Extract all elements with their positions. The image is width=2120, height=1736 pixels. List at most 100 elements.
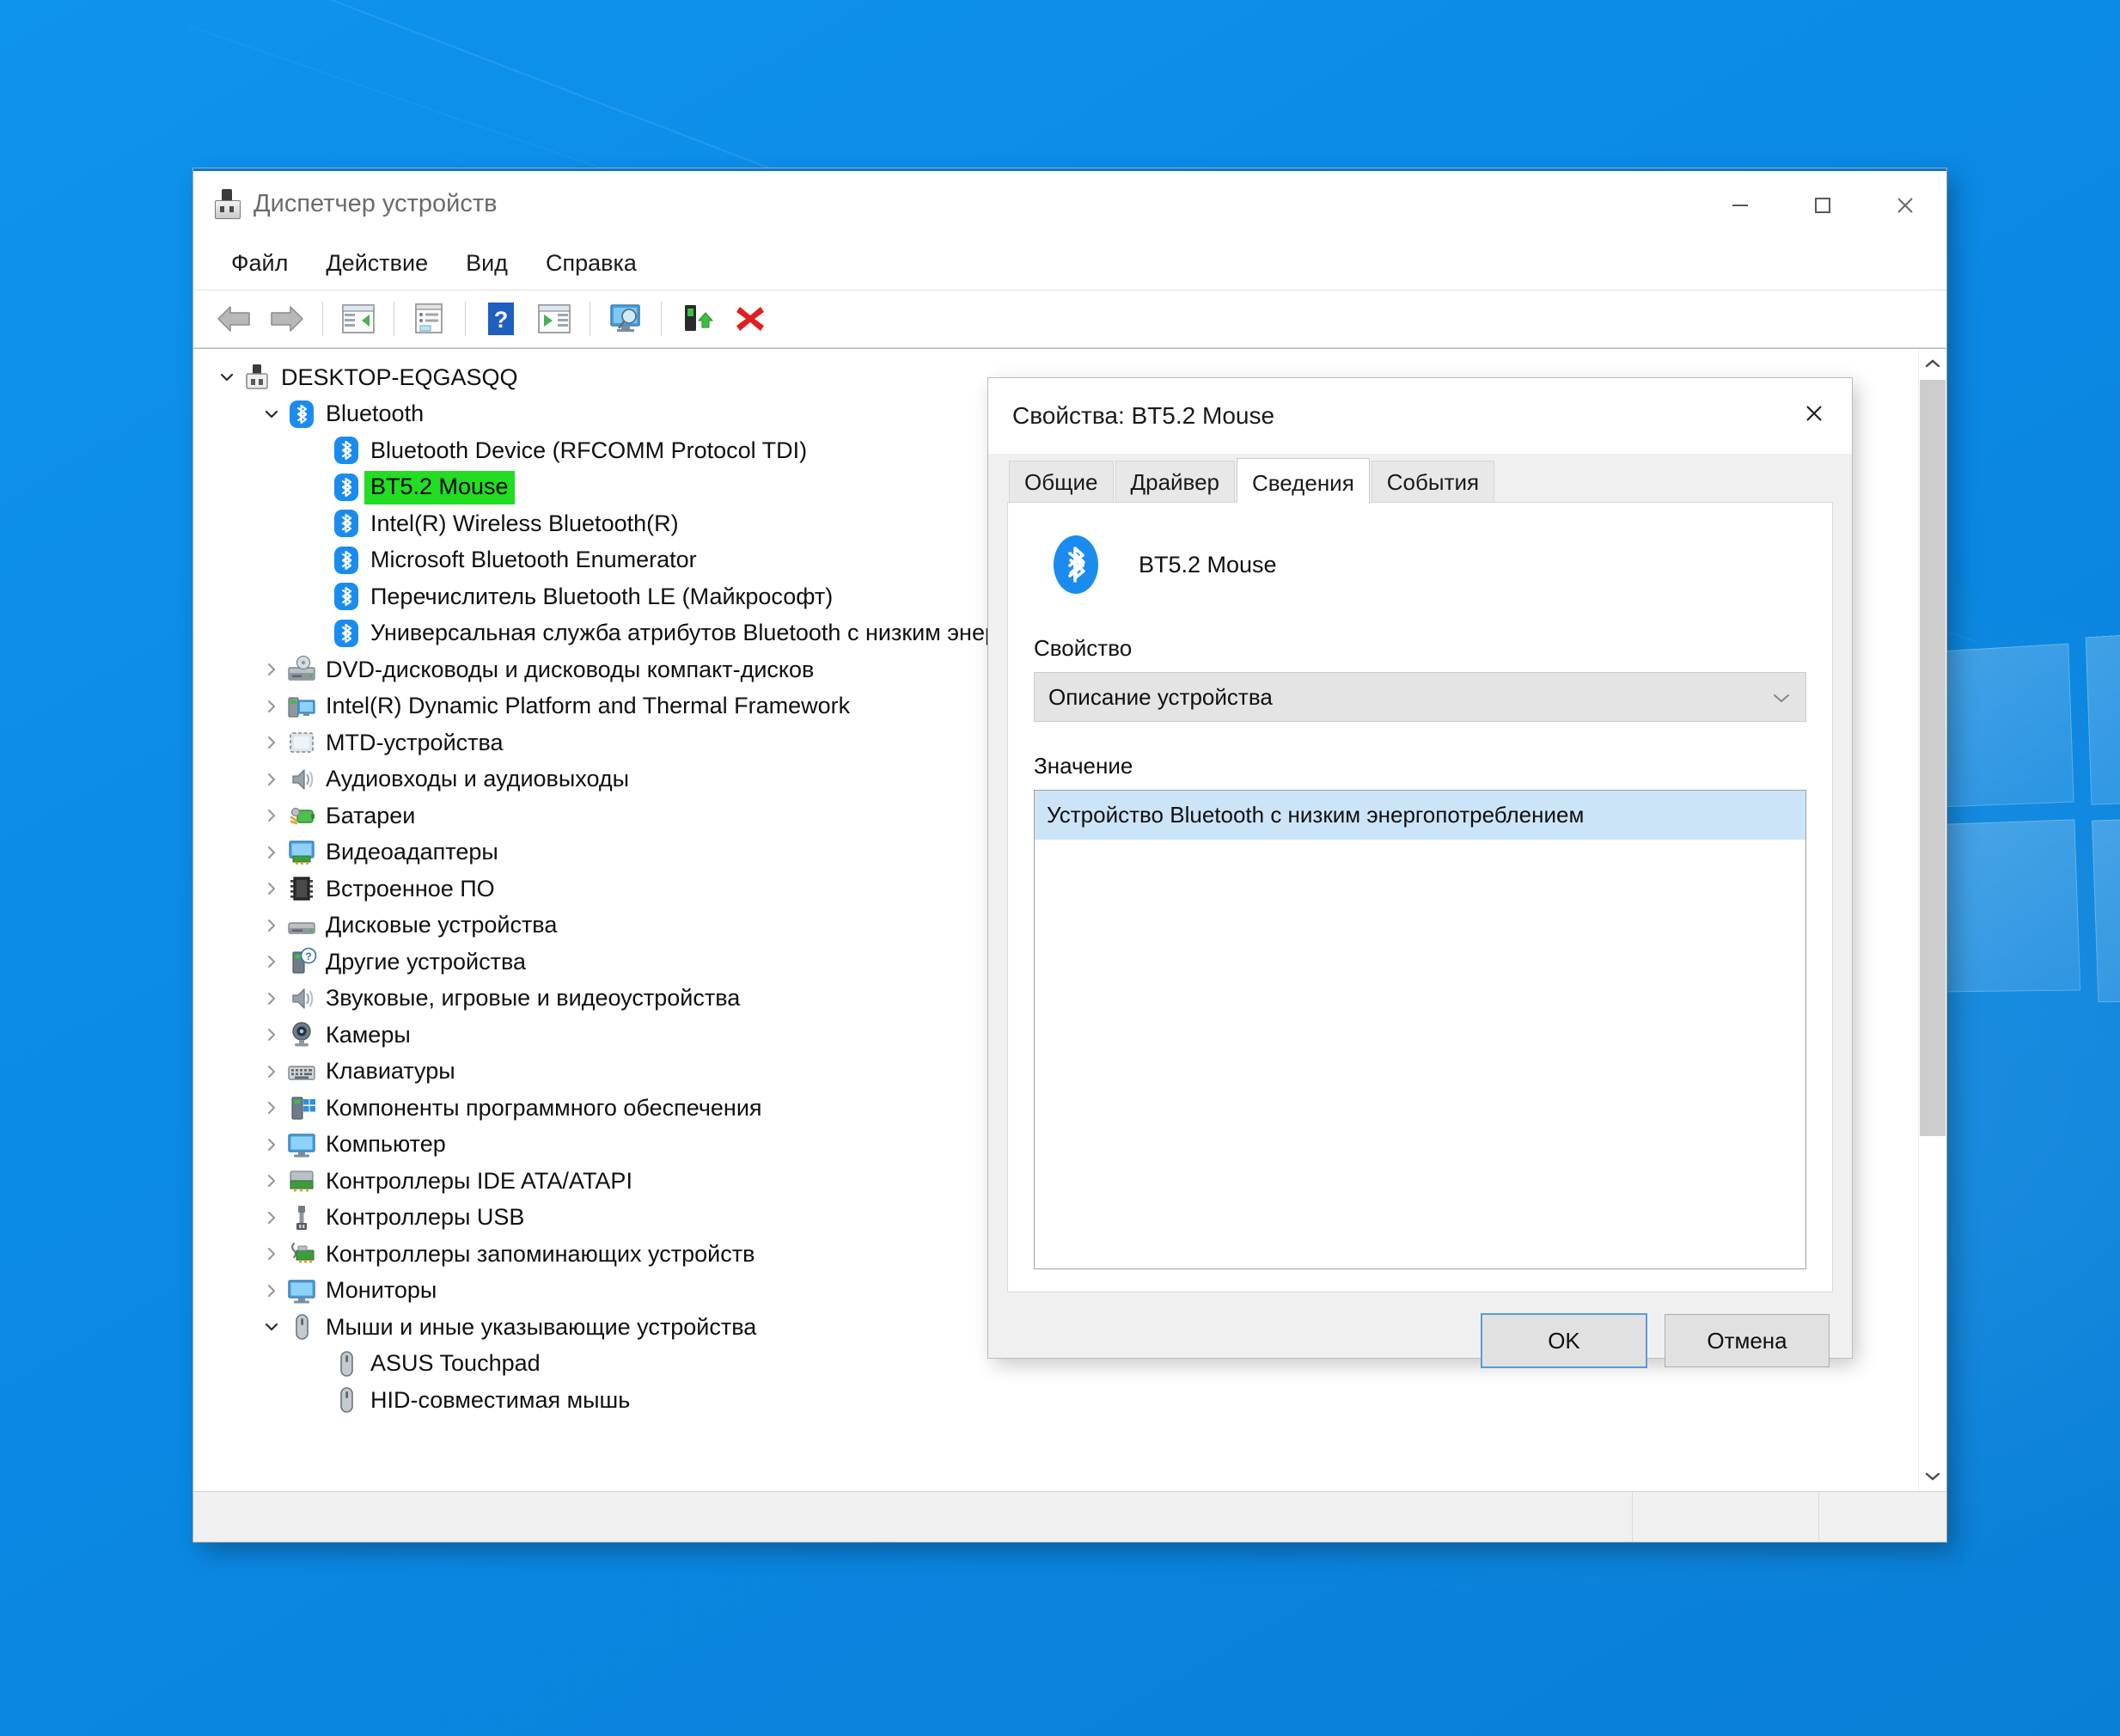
tab-driver[interactable]: Драйвер [1115,461,1235,502]
maximize-button[interactable] [1781,174,1864,236]
battery-icon [286,800,317,831]
chevron-right-icon[interactable] [257,798,286,834]
forward-arrow-icon[interactable] [263,295,311,343]
bluetooth-icon [331,435,362,466]
chevron-right-icon[interactable] [257,1127,286,1163]
chevron-right-icon[interactable] [257,834,286,871]
menu-file[interactable]: Файл [212,245,307,282]
chevron-right-icon[interactable] [257,688,286,724]
property-dropdown[interactable]: Описание устройства [1034,672,1806,722]
chevron-right-icon[interactable] [257,1054,286,1090]
chevron-right-icon[interactable] [257,1273,286,1309]
tree-item-label: HID-совместимая мышь [370,1386,631,1413]
mouse-icon [331,1385,362,1415]
device-properties-dialog: Свойства: BT5.2 Mouse Общие Драйвер Свед… [988,378,1852,1368]
tab-general[interactable]: Общие [1009,461,1114,502]
cancel-button[interactable]: Отмена [1665,1314,1830,1367]
chevron-down-icon[interactable] [212,359,241,395]
bluetooth-icon [331,581,362,612]
speaker-icon [286,983,317,1014]
display-adapter-icon [286,837,317,868]
update-driver-icon[interactable] [530,295,578,343]
statusbar-cell [1818,1492,1946,1542]
value-listbox[interactable]: Устройство Bluetooth с низким энергопотр… [1034,790,1806,1269]
tree-item-label: Встроенное ПО [326,875,495,902]
menubar: Файл Действие Вид Справка [193,236,1946,290]
value-label: Значение [1034,753,1133,779]
tree-scrollbar[interactable] [1918,349,1946,1491]
system-device-icon [286,691,317,722]
storage-controller-icon [286,1238,317,1269]
window-controls [1699,174,1946,236]
chevron-right-icon[interactable] [257,1236,286,1272]
chevron-right-icon[interactable] [257,1017,286,1053]
tree-item-label: DVD-дисководы и дисководы компакт-дисков [326,656,815,682]
tree-item-label: Звуковые, игровые и видеоустройства [326,985,741,1012]
computer-plug-icon [241,362,272,393]
bluetooth-icon [331,545,362,576]
tab-events[interactable]: События [1371,461,1495,502]
chevron-right-icon[interactable] [257,944,286,980]
dialog-footer: OK Отмена [988,1293,1852,1389]
menu-view[interactable]: Вид [447,245,527,282]
window-title: Диспетчер устройств [254,189,498,217]
help-icon[interactable]: ? [477,295,525,343]
tree-item-label: DESKTOP-EQGASQQ [281,364,518,390]
tree-item-label: Bluetooth [326,400,425,427]
tree-item-label: Intel(R) Wireless Bluetooth(R) [370,510,679,536]
close-button[interactable] [1864,174,1946,236]
dialog-device-name: BT5.2 Mouse [1139,551,1277,578]
bluetooth-icon [331,472,362,503]
toolbar-separator [322,302,323,336]
scan-for-hardware-changes-icon[interactable] [602,295,650,343]
chevron-right-icon[interactable] [257,1163,286,1199]
mouse-icon [331,1348,362,1379]
monitor-icon [286,1275,317,1306]
tree-item-label: Мониторы [326,1277,437,1304]
usb-icon [286,1202,317,1233]
chevron-down-icon[interactable] [1919,1462,1946,1491]
chevron-down-icon[interactable] [257,1309,286,1345]
device-plug-icon [212,189,241,219]
back-arrow-icon[interactable] [210,295,258,343]
ok-button[interactable]: OK [1481,1313,1647,1368]
property-label: Свойство [1034,635,1133,661]
svg-text:?: ? [494,307,509,333]
dialog-close-icon[interactable] [1783,385,1845,442]
disable-device-icon[interactable] [726,295,774,343]
value-list-item[interactable]: Устройство Bluetooth с низким энергопотр… [1035,791,1805,840]
properties-icon[interactable] [406,295,454,343]
window-titlebar: Диспетчер устройств [193,168,1946,236]
dvd-drive-icon [286,654,317,685]
dialog-titlebar: Свойства: BT5.2 Mouse [988,378,1852,454]
show-hide-console-tree-icon[interactable] [334,295,382,343]
chevron-right-icon[interactable] [257,1090,286,1126]
scrollbar-thumb[interactable] [1920,380,1946,1136]
svg-text:?: ? [305,951,311,963]
chevron-right-icon[interactable] [257,871,286,907]
chevron-down-icon[interactable] [257,396,286,432]
minimize-button[interactable] [1699,174,1781,236]
tree-item-label: Аудиовходы и аудиовыходы [326,766,630,792]
chevron-right-icon[interactable] [257,908,286,944]
tree-item-label: Контроллеры IDE ATA/ATAPI [326,1167,632,1194]
tree-item-label: Контроллеры USB [326,1204,525,1231]
firmware-chip-icon [286,873,317,904]
menu-help[interactable]: Справка [527,245,656,282]
chevron-up-icon[interactable] [1919,349,1946,378]
chevron-right-icon[interactable] [257,724,286,761]
property-dropdown-value: Описание устройства [1048,683,1273,710]
chevron-right-icon[interactable] [257,981,286,1017]
dialog-tabs: Общие Драйвер Сведения События [988,454,1852,503]
tab-details[interactable]: Сведения [1237,458,1370,503]
tree-item-label: Intel(R) Dynamic Platform and Thermal Fr… [326,693,851,719]
statusbar [193,1491,1946,1542]
tree-item-label: Перечислитель Bluetooth LE (Майкрософт) [370,583,834,609]
keyboard-icon [286,1056,317,1087]
uninstall-device-icon[interactable] [673,295,721,343]
chevron-right-icon[interactable] [257,761,286,798]
chevron-right-icon[interactable] [257,1200,286,1236]
menu-action[interactable]: Действие [307,245,447,282]
chevron-right-icon[interactable] [257,651,286,688]
dialog-device-header: BT5.2 Mouse [1034,525,1806,604]
